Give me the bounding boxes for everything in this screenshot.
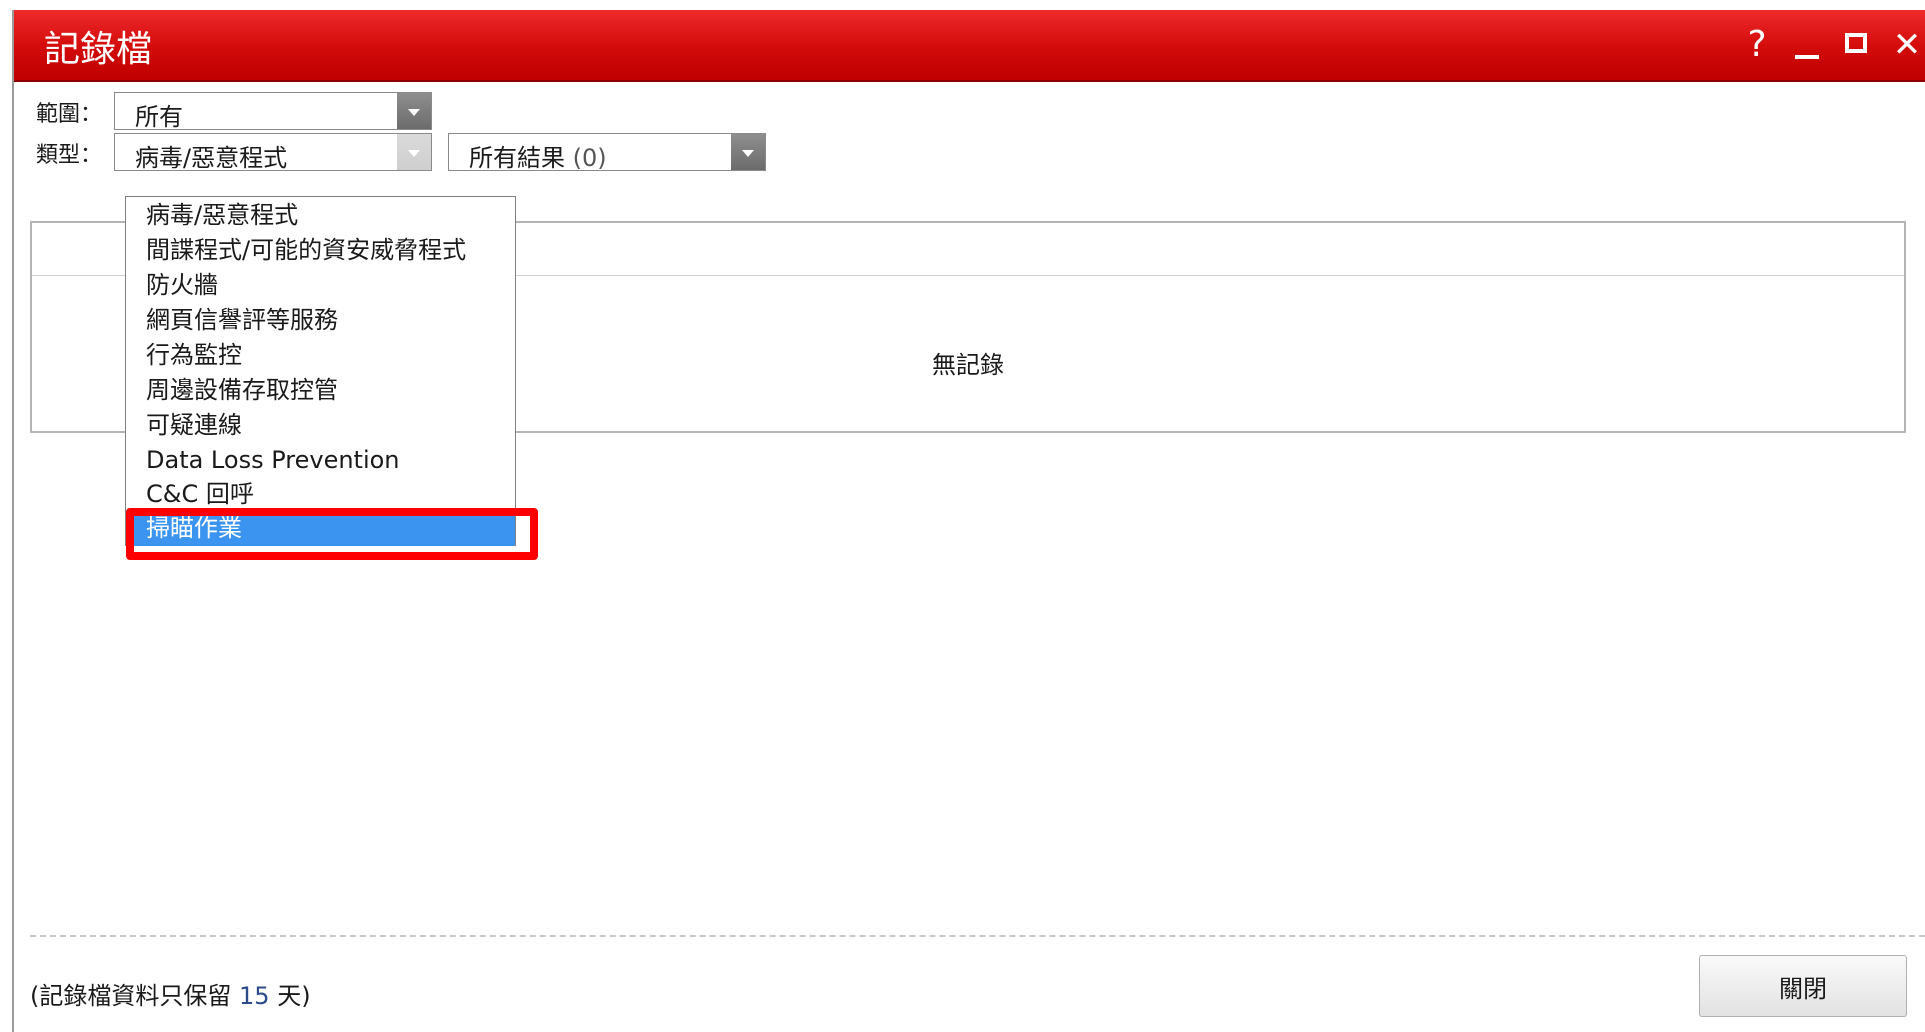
dropdown-option[interactable]: 網頁信譽評等服務 [126, 303, 515, 338]
chevron-down-icon [731, 134, 765, 170]
dropdown-option[interactable]: 間諜程式/可能的資安威脅程式 [126, 233, 515, 268]
dropdown-option[interactable]: C&C 回呼 [126, 477, 515, 512]
window-title: 記錄檔 [44, 29, 153, 70]
scope-select-value: 所有 [135, 103, 183, 131]
dropdown-option[interactable]: 防火牆 [126, 268, 515, 303]
maximize-icon[interactable] [1839, 25, 1875, 65]
title-bar[interactable]: 記錄檔 ? ✕ [14, 10, 1925, 82]
annotation-highlight-box [126, 508, 538, 560]
minimize-icon[interactable] [1789, 25, 1825, 65]
result-count: (0) [572, 144, 607, 172]
dropdown-option[interactable]: 周邊設備存取控管 [126, 373, 515, 408]
type-select[interactable]: 病毒/惡意程式 [114, 133, 432, 172]
result-select[interactable]: 所有結果 (0) [448, 133, 766, 173]
scope-label: 範圍： [36, 102, 103, 127]
result-select-text: 所有結果 [469, 144, 565, 172]
chevron-down-icon [397, 93, 431, 129]
dropdown-option[interactable]: 行為監控 [126, 338, 515, 373]
type-label: 類型： [36, 143, 103, 168]
retention-suffix: 天) [277, 982, 311, 1010]
close-icon[interactable]: ✕ [1889, 25, 1925, 65]
type-select-value: 病毒/惡意程式 [135, 144, 288, 172]
retention-note: (記錄檔資料只保留 15 天) [30, 976, 311, 1011]
footer-divider [30, 935, 1925, 937]
help-icon[interactable]: ? [1739, 25, 1775, 65]
retention-days: 15 [239, 982, 270, 1010]
chevron-down-icon [397, 134, 431, 170]
type-dropdown-list: 病毒/惡意程式 間諜程式/可能的資安威脅程式 防火牆 網頁信譽評等服務 行為監控… [125, 196, 516, 546]
result-select-value: 所有結果 (0) [469, 138, 607, 173]
dropdown-option[interactable]: 病毒/惡意程式 [126, 198, 515, 233]
dropdown-option[interactable]: Data Loss Prevention [126, 443, 515, 478]
dropdown-option[interactable]: 可疑連線 [126, 408, 515, 443]
window-controls: ? ✕ [1739, 25, 1925, 66]
retention-prefix: (記錄檔資料只保留 [30, 982, 232, 1010]
close-button[interactable]: 關閉 [1699, 955, 1907, 1017]
scope-select[interactable]: 所有 [114, 92, 432, 131]
